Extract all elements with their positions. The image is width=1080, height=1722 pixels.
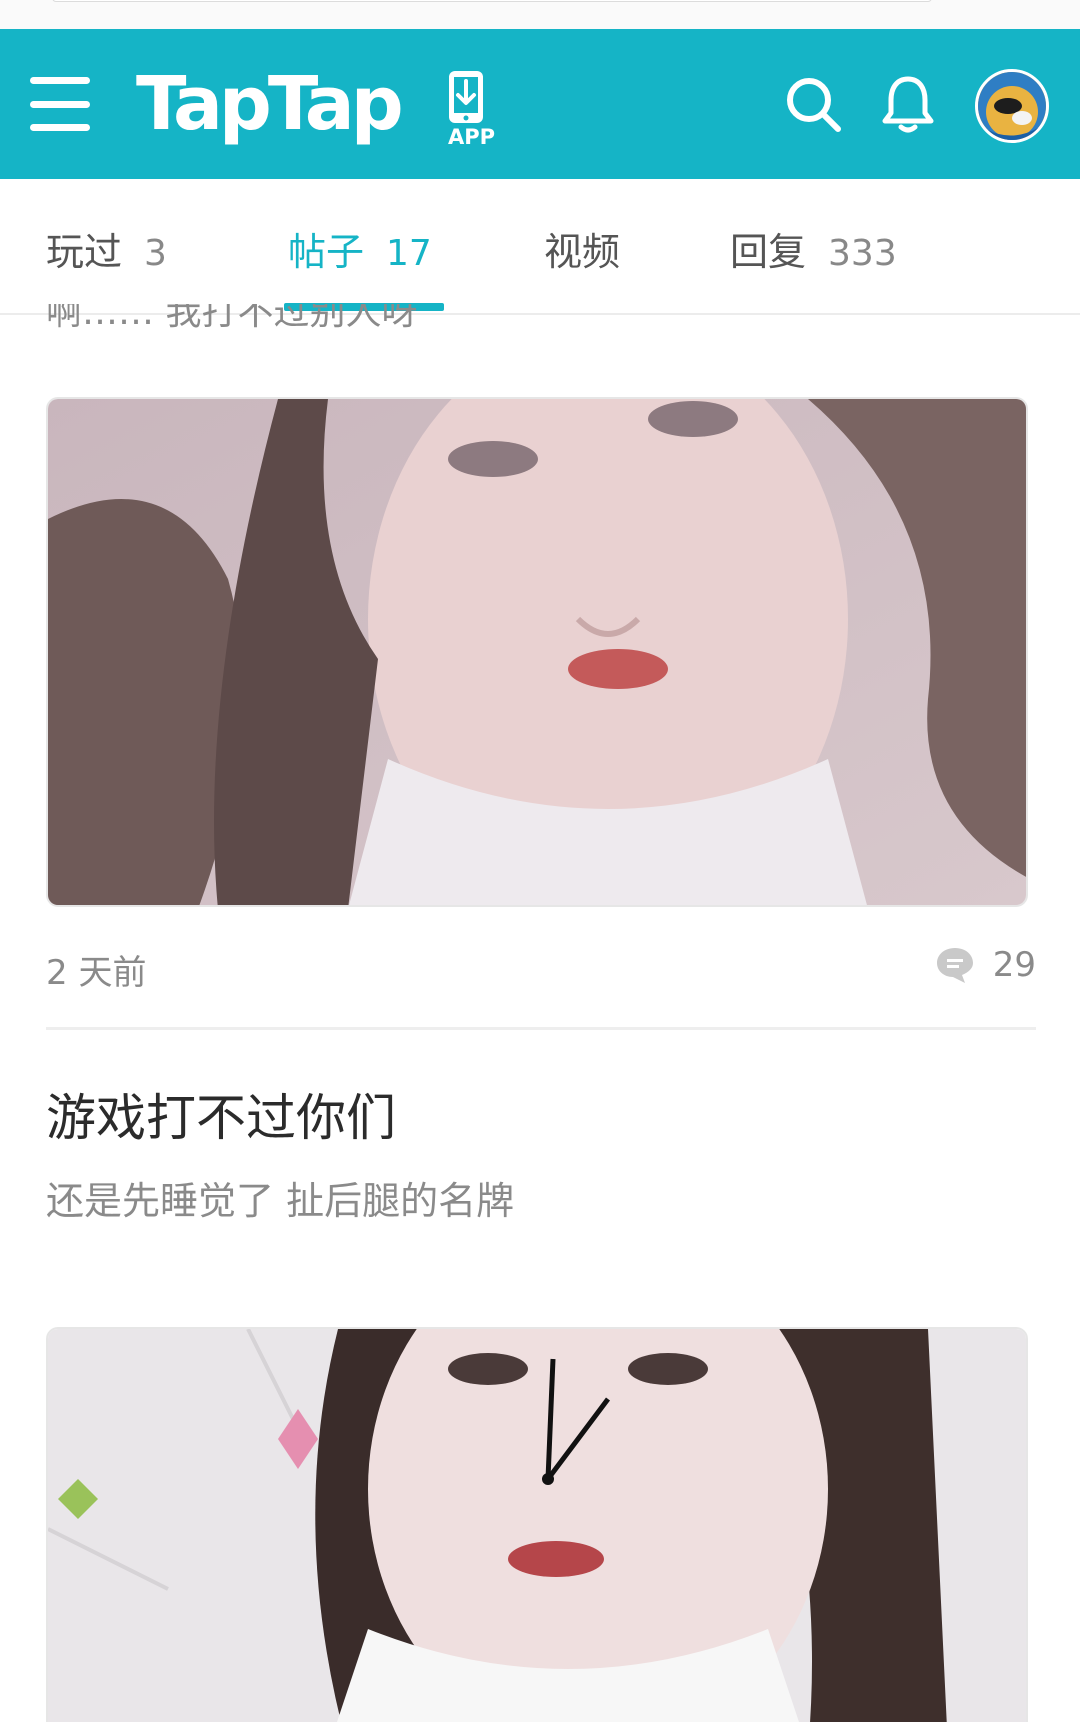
tab-label: 视频 xyxy=(544,230,621,274)
previous-post-excerpt[interactable]: 啊…… 我打不过别人呀 xyxy=(46,304,417,352)
tab-label: 帖子 xyxy=(288,230,365,274)
app-logo[interactable]: TapTap xyxy=(136,59,404,149)
post-image[interactable] xyxy=(46,1327,1028,1722)
profile-tabs: 玩过 3 帖子 17 视频 回复 333 xyxy=(0,179,1080,315)
tab-played[interactable]: 玩过 3 xyxy=(46,221,167,281)
search-button[interactable] xyxy=(784,75,844,135)
search-icon xyxy=(787,78,841,132)
comment-count: 29 xyxy=(992,945,1036,985)
previous-page-strip xyxy=(0,0,1080,29)
app-header: TapTap APP xyxy=(0,29,1080,179)
bell-icon xyxy=(882,76,934,133)
menu-button[interactable] xyxy=(30,77,90,131)
tab-count: 17 xyxy=(386,233,432,274)
selfie-photo xyxy=(48,1329,1026,1722)
menu-icon xyxy=(30,77,90,84)
top-search-pill xyxy=(52,0,932,2)
app-download-button[interactable]: APP xyxy=(446,69,496,149)
avatar-image xyxy=(978,72,1046,140)
selfie-photo xyxy=(48,399,1026,905)
tab-videos[interactable]: 视频 xyxy=(544,221,620,281)
tab-posts[interactable]: 帖子 17 xyxy=(288,221,432,281)
post-time: 2 天前 xyxy=(46,953,147,993)
post-title[interactable]: 游戏打不过你们 xyxy=(46,1078,396,1150)
post-excerpt[interactable]: 还是先睡觉了 扯后腿的名牌 xyxy=(46,1170,514,1225)
tab-replies[interactable]: 回复 333 xyxy=(730,221,897,281)
post-image[interactable] xyxy=(46,397,1028,907)
tab-label: 玩过 xyxy=(46,230,123,274)
app-download-label: APP xyxy=(448,125,496,149)
comment-icon xyxy=(936,948,973,983)
tab-label: 回复 xyxy=(730,230,807,274)
download-icon xyxy=(449,71,483,123)
tab-count: 333 xyxy=(828,233,897,274)
tab-count: 3 xyxy=(144,233,167,274)
comment-button[interactable]: 29 xyxy=(935,945,1036,985)
notification-button[interactable] xyxy=(878,73,938,135)
post-divider xyxy=(46,1027,1036,1030)
post-meta: 2 天前 29 xyxy=(46,945,1036,995)
user-avatar[interactable] xyxy=(975,69,1049,143)
